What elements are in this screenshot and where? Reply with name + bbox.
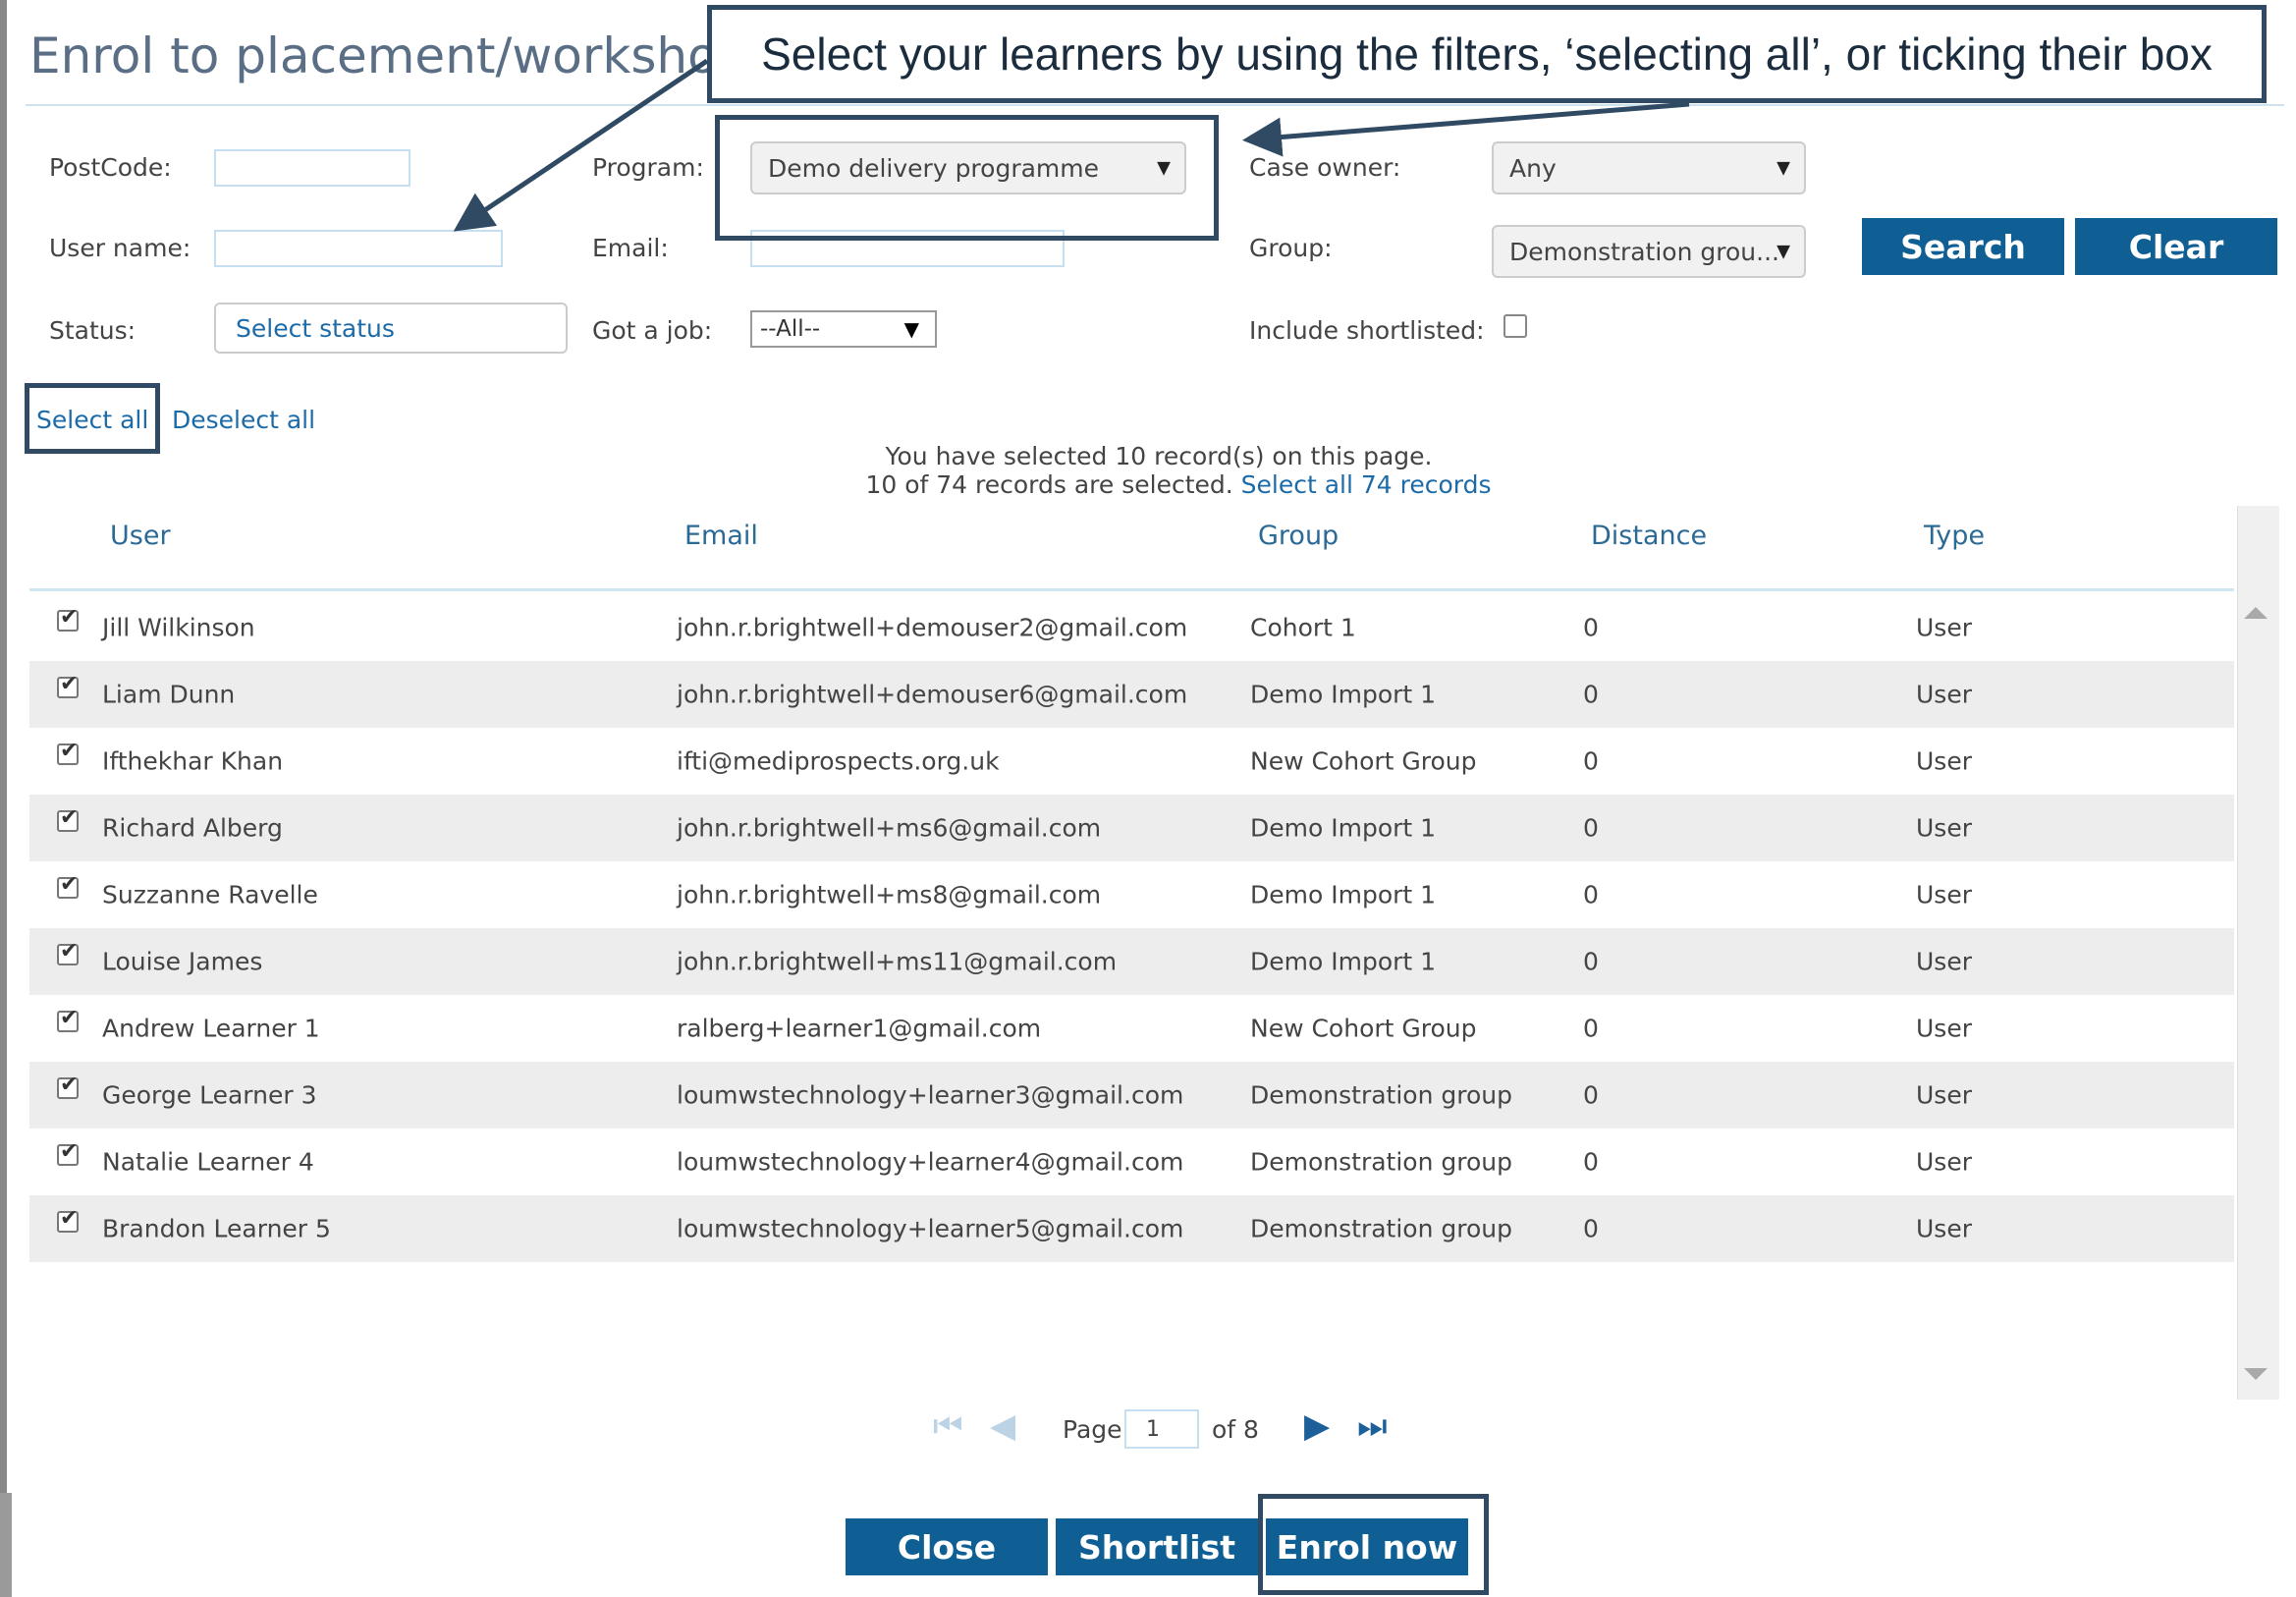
arrow-to-username bbox=[453, 58, 709, 232]
annotation-arrows bbox=[453, 58, 1690, 232]
arrow-to-caseowner bbox=[1242, 101, 1690, 157]
